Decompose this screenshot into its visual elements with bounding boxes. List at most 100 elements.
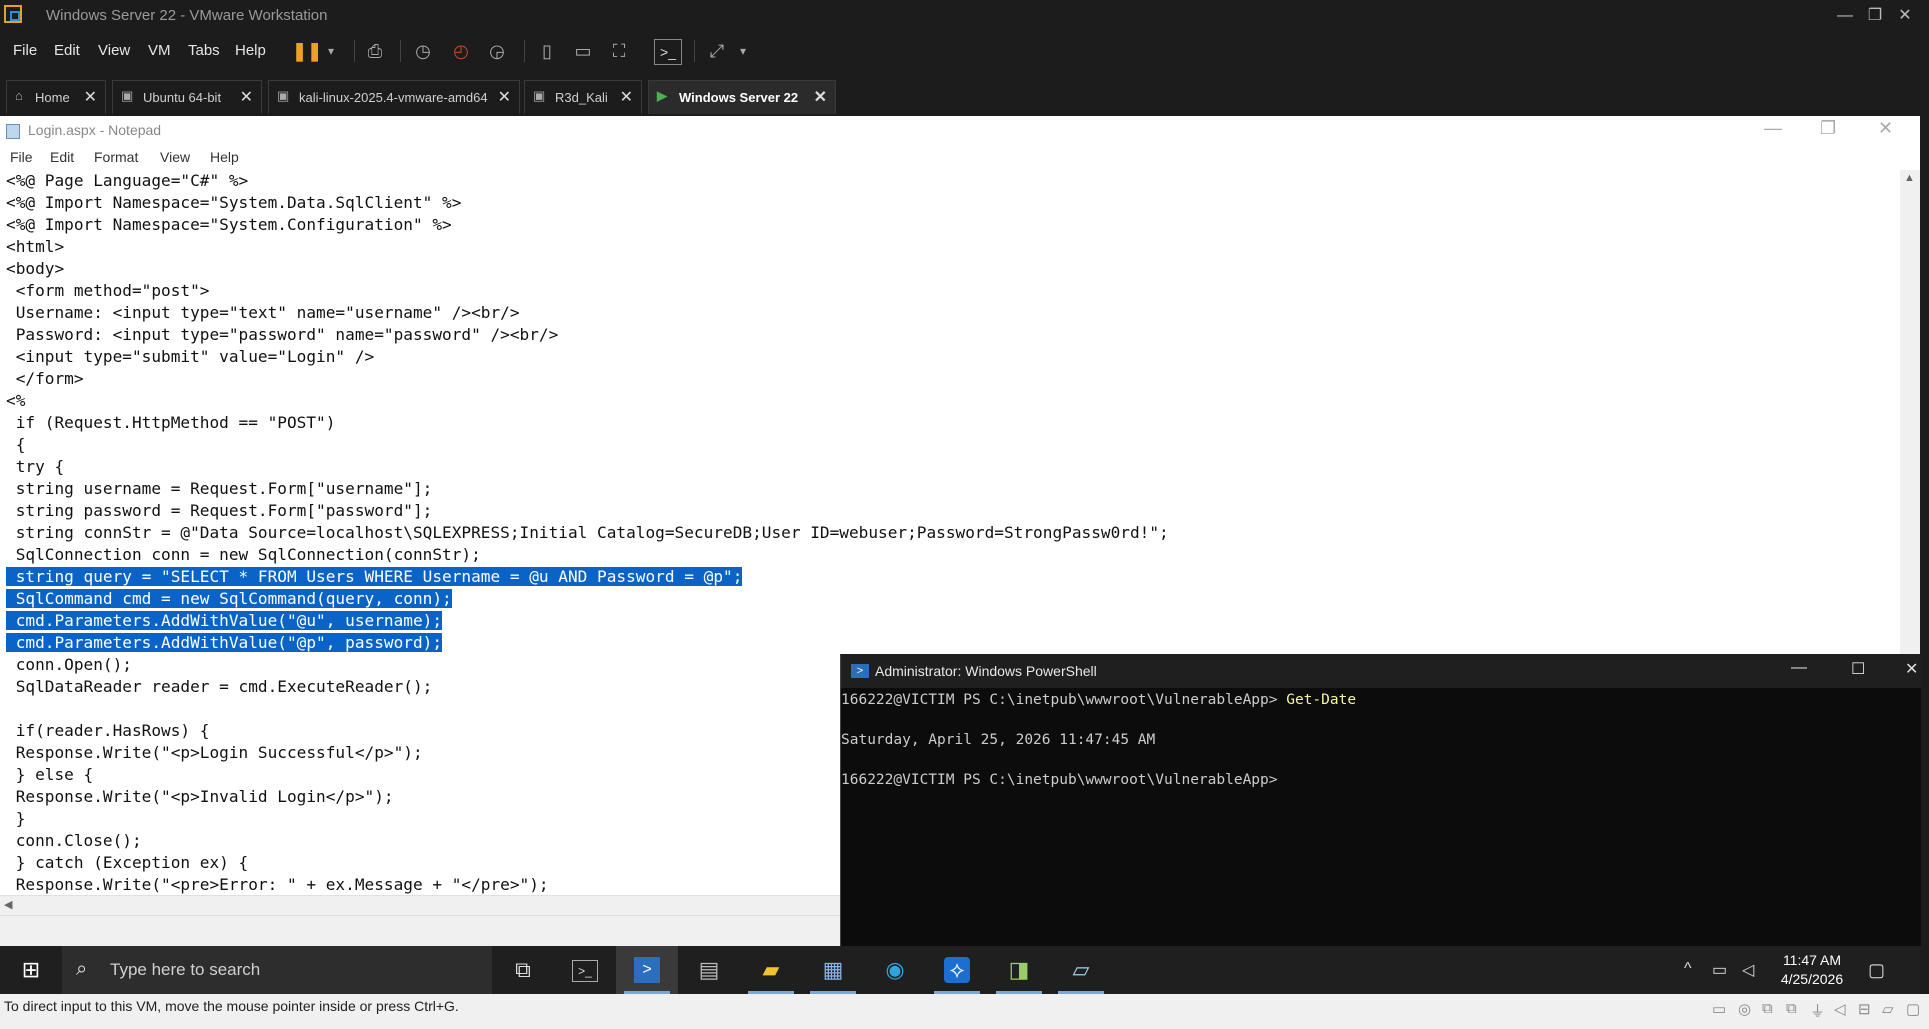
menu-view[interactable]: View <box>160 149 190 165</box>
close-icon[interactable]: ✕ <box>240 87 253 107</box>
menu-vm[interactable]: VM <box>148 42 171 59</box>
show-hidden-icons[interactable]: ^ <box>1684 960 1692 978</box>
ps-prompt-line[interactable]: 166222@VICTIM PS C:\inetpub\wwwroot\Vuln… <box>841 772 1278 788</box>
chevron-down-icon[interactable]: ▾ <box>730 39 756 63</box>
close-icon[interactable]: ✕ <box>498 87 511 107</box>
menu-help[interactable]: Help <box>235 42 266 59</box>
taskbar-config-manager[interactable]: ◨ <box>988 946 1050 994</box>
taskbar-search[interactable]: ⌕ Type here to search <box>62 946 492 994</box>
scroll-left-icon[interactable]: ◀ <box>4 898 12 911</box>
close-icon[interactable]: ✕ <box>620 87 633 107</box>
maximize-icon[interactable]: ☐ <box>1851 659 1865 679</box>
stretch-guest-icon[interactable]: ⤢ <box>704 39 730 63</box>
restore-icon[interactable]: ❐ <box>1820 118 1836 139</box>
message-log-icon[interactable]: ▢ <box>1906 1000 1920 1018</box>
close-icon[interactable]: ✕ <box>814 87 827 107</box>
usb-icon[interactable]: ⏚ <box>1810 1000 1825 1021</box>
menu-file[interactable]: File <box>13 42 37 59</box>
cd-icon[interactable]: ◎ <box>1738 1000 1751 1018</box>
code-line[interactable]: cmd.Parameters.AddWithValue("@u", userna… <box>6 610 1169 632</box>
network-adapter-icon[interactable]: ⧉ <box>1762 1000 1773 1017</box>
send-keys-icon[interactable]: ⎙ <box>362 39 388 63</box>
menu-edit[interactable]: Edit <box>50 149 74 165</box>
tab-r3d-kali[interactable]: ▣ R3d_Kali ✕ <box>524 80 642 114</box>
taskbar-iis-manager[interactable]: ▦ <box>802 946 864 994</box>
printer-icon[interactable]: ⊟ <box>1858 1000 1871 1018</box>
menu-tabs[interactable]: Tabs <box>188 42 220 59</box>
powershell-window[interactable]: > Administrator: Windows PowerShell — ☐ … <box>840 654 1921 946</box>
server-manager-icon: ▤ <box>698 957 720 982</box>
tab-home[interactable]: ⌂ Home ✕ <box>6 80 106 114</box>
snapshot-manager-icon[interactable]: ◶ <box>484 39 510 63</box>
code-line[interactable]: </form> <box>6 368 1169 390</box>
taskbar-notepad[interactable]: ▱ <box>1050 946 1112 994</box>
fullscreen-icon[interactable]: ⛶ <box>606 39 632 63</box>
thumbnail-view-icon[interactable]: ▭ <box>570 39 596 63</box>
notifications-icon[interactable]: ▢ <box>1868 960 1885 981</box>
pause-icon[interactable]: ❚❚ <box>292 39 322 63</box>
tab-windows-server-22[interactable]: ▶ Windows Server 22 ✕ <box>648 80 836 114</box>
vm-scroll-strip <box>1920 70 1929 994</box>
taskbar-clock[interactable]: 11:47 AM 4/25/2026 <box>1772 951 1852 989</box>
menu-view[interactable]: View <box>98 42 130 59</box>
revert-snapshot-icon[interactable]: ◴ <box>448 39 474 63</box>
code-line[interactable]: <%@ Import Namespace="System.Configurati… <box>6 214 1169 236</box>
code-line[interactable]: <html> <box>6 236 1169 258</box>
chevron-down-icon[interactable]: ▾ <box>318 39 344 63</box>
restore-icon[interactable]: ❐ <box>1862 4 1888 28</box>
menu-edit[interactable]: Edit <box>54 42 80 59</box>
code-line[interactable]: string password = Request.Form["password… <box>6 500 1169 522</box>
minimize-icon[interactable]: — <box>1764 118 1782 139</box>
minimize-icon[interactable]: — <box>1791 659 1807 677</box>
code-line[interactable]: <%@ Page Language="C#" %> <box>6 170 1169 192</box>
taskbar-edge[interactable]: ◉ <box>864 946 926 994</box>
menu-file[interactable]: File <box>10 149 33 165</box>
tab-label: kali-linux-2025.4-vmware-amd64 <box>299 90 488 105</box>
taskbar-ssms[interactable]: ⟡ <box>926 946 988 994</box>
menu-help[interactable]: Help <box>210 149 239 165</box>
network-icon[interactable]: ▭ <box>1712 960 1727 980</box>
close-icon[interactable]: ✕ <box>1878 118 1893 139</box>
code-line[interactable]: if (Request.HttpMethod == "POST") <box>6 412 1169 434</box>
taskbar-powershell[interactable]: > <box>616 946 678 994</box>
toolbar-divider <box>354 40 355 62</box>
close-icon[interactable]: ✕ <box>1892 4 1918 28</box>
code-line[interactable]: SqlConnection conn = new SqlConnection(c… <box>6 544 1169 566</box>
display-icon[interactable]: ▱ <box>1882 1000 1894 1018</box>
code-line[interactable]: <input type="submit" value="Login" /> <box>6 346 1169 368</box>
code-line[interactable]: Password: <input type="password" name="p… <box>6 324 1169 346</box>
sound-card-icon[interactable]: ◁ <box>1834 1000 1846 1018</box>
close-icon[interactable]: ✕ <box>1905 659 1918 679</box>
code-line[interactable]: <form method="post"> <box>6 280 1169 302</box>
minimize-icon[interactable]: — <box>1832 4 1858 28</box>
volume-icon[interactable]: ◁ <box>1742 960 1754 980</box>
code-line[interactable]: try { <box>6 456 1169 478</box>
horizontal-scrollbar[interactable]: ◀ <box>0 895 840 916</box>
snapshot-icon[interactable]: ◷ <box>410 39 436 63</box>
code-line[interactable]: <% <box>6 390 1169 412</box>
menu-format[interactable]: Format <box>94 149 138 165</box>
tab-label: Windows Server 22 <box>679 90 799 105</box>
code-line[interactable]: cmd.Parameters.AddWithValue("@p", passwo… <box>6 632 1169 654</box>
code-line[interactable]: <%@ Import Namespace="System.Data.SqlCli… <box>6 192 1169 214</box>
scroll-up-icon[interactable]: ▲ <box>1904 172 1915 184</box>
code-line[interactable]: SqlCommand cmd = new SqlCommand(query, c… <box>6 588 1169 610</box>
taskbar-file-explorer[interactable]: ▰ <box>740 946 802 994</box>
code-line[interactable]: Username: <input type="text" name="usern… <box>6 302 1169 324</box>
code-line[interactable]: { <box>6 434 1169 456</box>
code-line[interactable]: string query = "SELECT * FROM Users WHER… <box>6 566 1169 588</box>
task-view-button[interactable]: ⧉ <box>492 946 554 994</box>
taskbar-server-manager[interactable]: ▤ <box>678 946 740 994</box>
close-icon[interactable]: ✕ <box>84 87 97 107</box>
code-line[interactable]: string username = Request.Form["username… <box>6 478 1169 500</box>
taskbar-cmd[interactable]: >_ <box>554 946 616 994</box>
tab-kali-linux[interactable]: ▣ kali-linux-2025.4-vmware-amd64 ✕ <box>268 80 520 114</box>
start-button[interactable]: ⊞ <box>0 946 62 994</box>
tab-ubuntu[interactable]: ▣ Ubuntu 64-bit ✕ <box>112 80 262 114</box>
console-view-icon[interactable]: >_ <box>654 39 682 65</box>
library-view-icon[interactable]: ▯ <box>534 39 560 63</box>
code-line[interactable]: <body> <box>6 258 1169 280</box>
network-adapter-icon[interactable]: ⧉ <box>1786 1000 1797 1017</box>
code-line[interactable]: string connStr = @"Data Source=localhost… <box>6 522 1169 544</box>
hard-disk-icon[interactable]: ▭ <box>1712 1000 1726 1018</box>
